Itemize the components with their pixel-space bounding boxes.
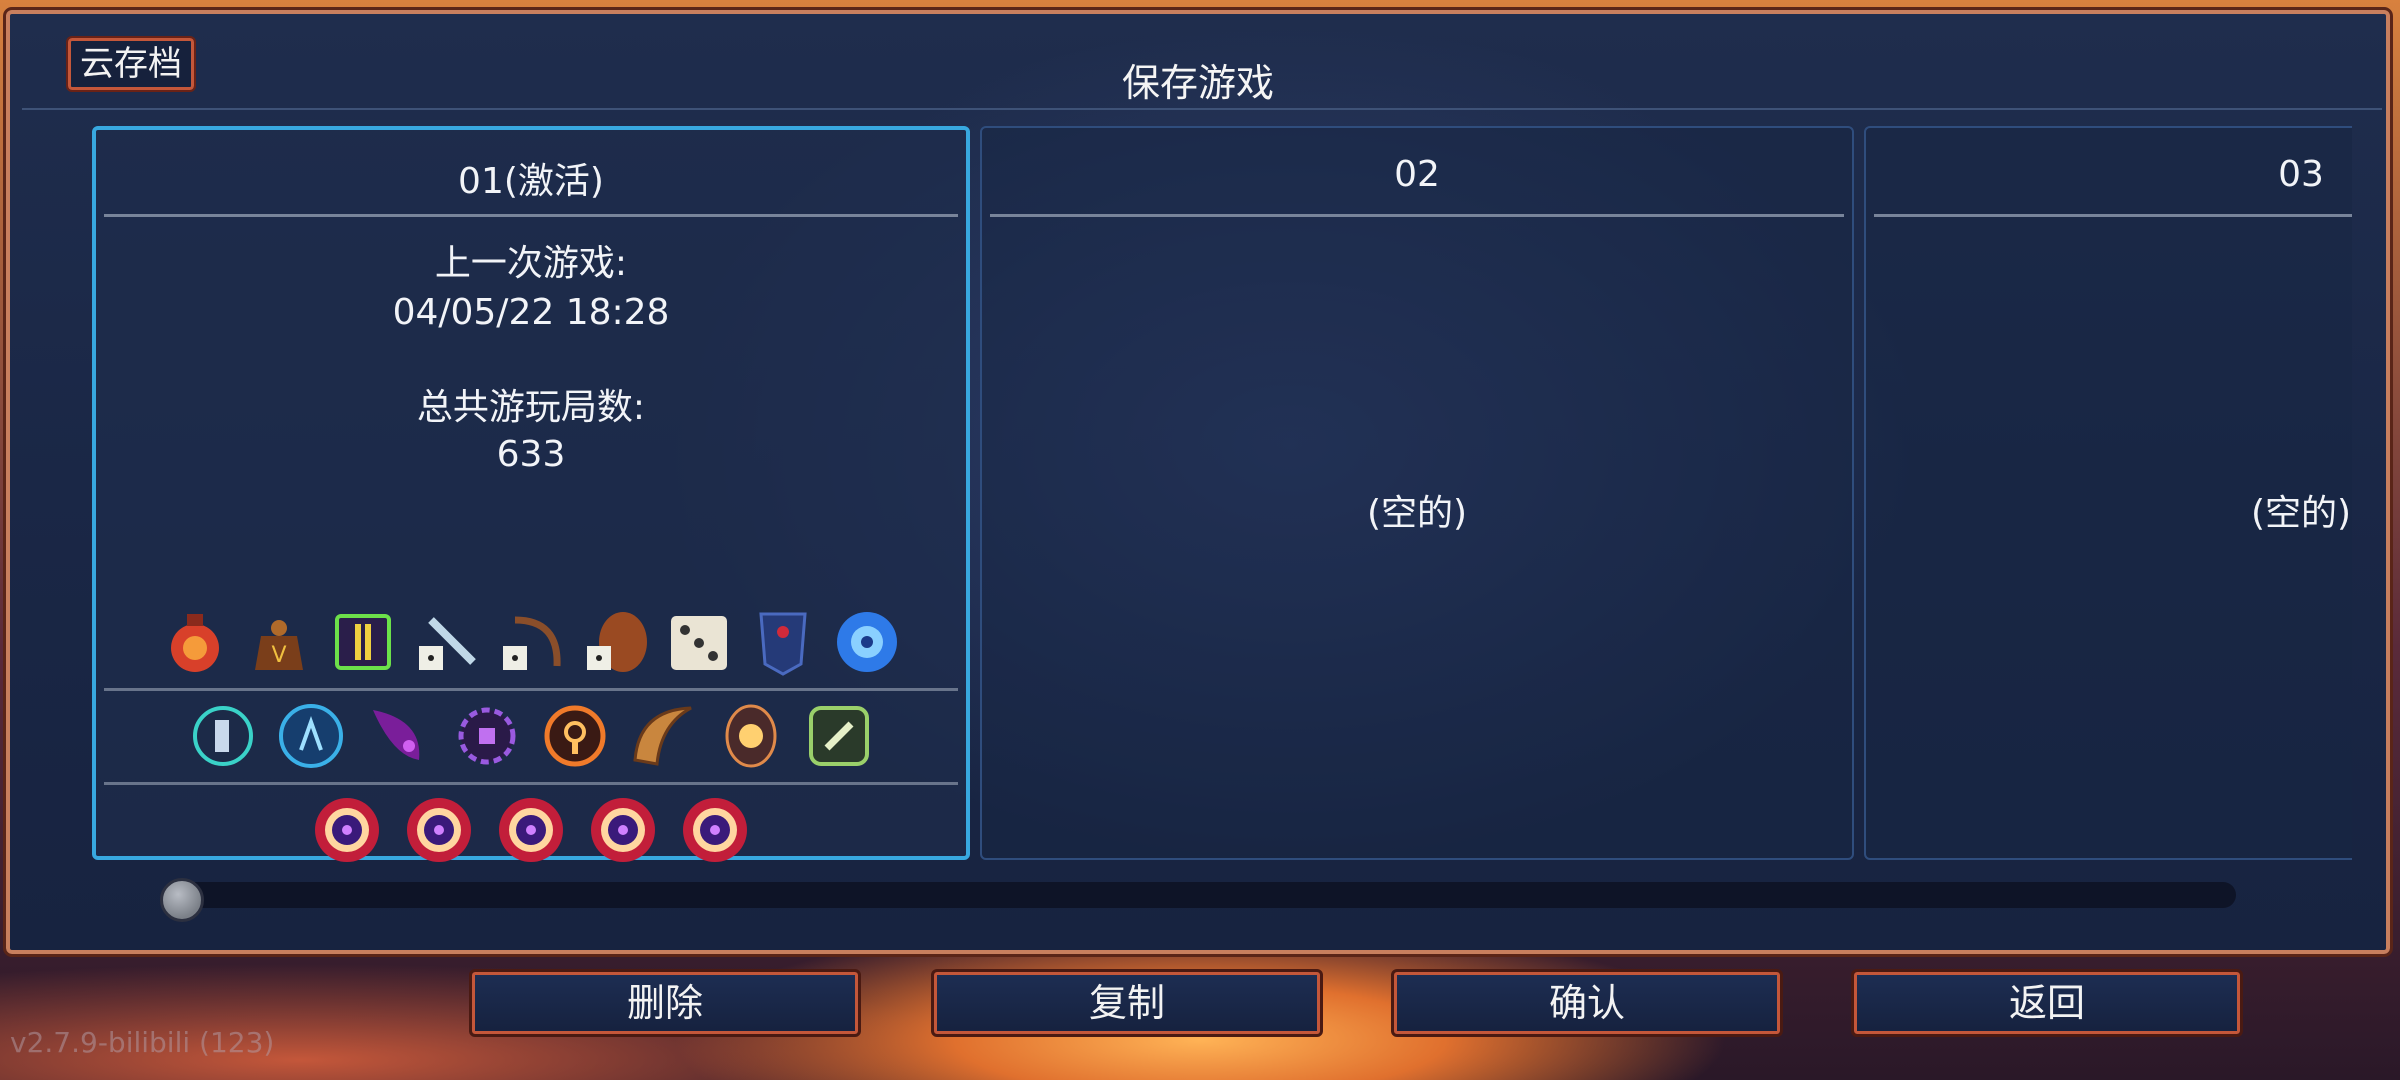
copy-button[interactable]: 复制 <box>931 969 1323 1037</box>
total-runs-value: 633 <box>496 434 566 475</box>
save-slot-02[interactable]: 02 (空的) <box>980 126 1854 860</box>
slot-scrollbar-track[interactable] <box>164 882 2236 908</box>
dice-shield-icon <box>587 612 647 672</box>
back-button[interactable]: 返回 <box>1851 969 2243 1037</box>
dialog-title: 保存游戏 <box>1121 61 1274 105</box>
green-bone-icon <box>809 706 869 766</box>
title-divider <box>22 108 2382 110</box>
slot-header: 02 <box>1394 154 1440 195</box>
empty-slot-text: (空的) <box>1366 493 1468 534</box>
dice-icon <box>671 616 727 670</box>
delete-button[interactable]: 删除 <box>469 969 861 1037</box>
blue-rune-icon <box>279 704 343 768</box>
boss-cell-icon <box>315 798 379 862</box>
version-label: v2.7.9-bilibili (123) <box>10 1026 275 1059</box>
slot-divider <box>1874 214 2352 217</box>
slot-divider <box>990 214 1844 217</box>
sun-rune-icon <box>725 704 777 768</box>
save-slot-03[interactable]: 03 (空的) <box>1864 126 2352 860</box>
boss-cell-icon <box>683 798 747 862</box>
item-row-1: V <box>96 606 966 678</box>
slot-header: 03 <box>2278 154 2324 195</box>
dark-shield-icon <box>759 612 807 676</box>
last-played-value: 04/05/22 18:28 <box>392 292 670 333</box>
confirm-button[interactable]: 确认 <box>1391 969 1783 1037</box>
slot-03-clip: 03 (空的) <box>1864 126 2352 860</box>
total-runs-label: 总共游玩局数: <box>416 387 646 428</box>
boss-cell-icon <box>591 798 655 862</box>
item-row-divider <box>104 688 958 691</box>
slot-header: 01(激活) <box>458 161 604 202</box>
item-row-divider <box>104 782 958 785</box>
boss-cell-icon <box>499 798 563 862</box>
cyan-rune-icon <box>193 706 253 766</box>
purple-claw-icon <box>373 710 420 760</box>
horn-icon <box>633 706 692 766</box>
save-slot-01[interactable]: 01(激活) 上一次游戏: 04/05/22 18:28 总共游玩局数: 633… <box>92 126 970 862</box>
dice-blade-icon <box>419 617 476 670</box>
scroll-upgrade-icon <box>335 614 391 670</box>
boss-cells-row <box>96 794 966 866</box>
last-played-label: 上一次游戏: <box>434 243 628 284</box>
gold-bag-icon: V <box>255 620 303 670</box>
svg-text:V: V <box>271 643 286 668</box>
save-game-dialog: 云存档 保存游戏 01(激活) 上一次游戏: 04/05/22 18:28 总共… <box>3 7 2393 957</box>
dice-bow-icon <box>503 616 561 670</box>
empty-slot-text: (空的) <box>2250 493 2352 534</box>
slot-divider <box>104 214 958 217</box>
orange-rune-icon <box>544 705 606 767</box>
purple-gear-icon <box>458 707 516 765</box>
boss-cell-icon <box>407 798 471 862</box>
item-row-2 <box>96 700 966 772</box>
slot-scrollbar-thumb[interactable] <box>160 878 204 922</box>
red-potion-icon <box>171 614 219 672</box>
blue-orb-icon <box>837 612 897 672</box>
